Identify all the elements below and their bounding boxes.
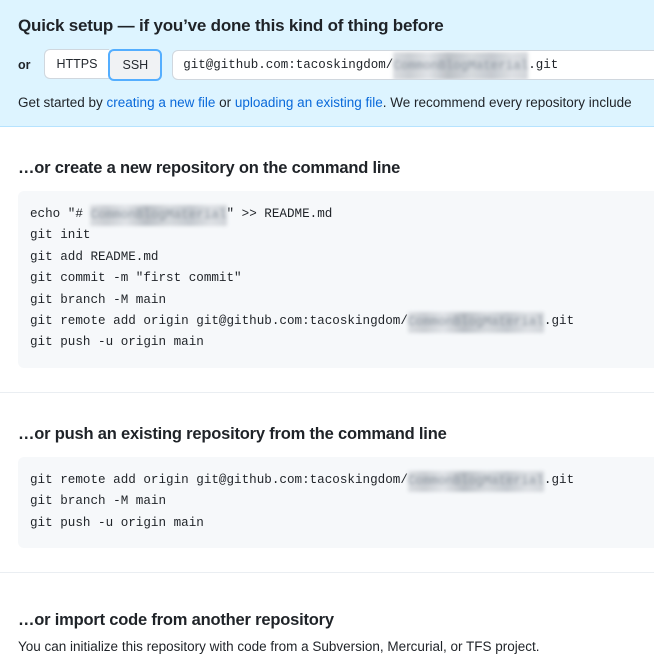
code-line: git branch -M main	[30, 290, 654, 311]
code-text: git push -u origin main	[30, 335, 204, 350]
create-new-file-link[interactable]: creating a new file	[107, 95, 216, 110]
import-code-section: …or import code from another repository …	[0, 609, 654, 656]
import-code-title: …or import code from another repository	[18, 611, 334, 630]
code-text: git push -u origin main	[30, 515, 204, 530]
get-started-hint: Get started by creating a new file or up…	[18, 93, 654, 112]
code-line: git branch -M main	[30, 491, 654, 512]
hint-middle: or	[215, 95, 235, 110]
protocol-https-button[interactable]: HTTPS	[43, 49, 110, 79]
code-line: echo "# CommonBlogMaterial" >> README.md	[30, 204, 654, 227]
quick-setup-title: Quick setup — if you’ve done this kind o…	[18, 16, 444, 35]
code-line: git remote add origin git@github.com:tac…	[30, 311, 654, 334]
clone-url-input[interactable]: git@github.com:tacoskingdom/CommonBlogMa…	[172, 50, 654, 80]
repository-quick-setup-page: Quick setup — if you’ve done this kind o…	[0, 0, 654, 656]
clone-url-row: or HTTPS SSH git@github.com:tacoskingdom…	[18, 49, 654, 81]
code-text: git remote add origin git@github.com:tac…	[30, 472, 408, 487]
code-text: git remote add origin git@github.com:tac…	[30, 314, 408, 329]
repo-name-redacted: CommonBlogMaterial	[407, 312, 544, 334]
upload-existing-file-link[interactable]: uploading an existing file	[235, 95, 383, 110]
code-line: git add README.md	[30, 247, 654, 268]
code-text: git commit -m "first commit"	[30, 271, 242, 286]
code-text: " >> README.md	[226, 207, 333, 221]
hint-prefix: Get started by	[18, 95, 107, 110]
push-existing-repo-title: …or push an existing repository from the…	[18, 424, 447, 443]
protocol-toggle-group: HTTPS SSH	[43, 49, 163, 81]
push-existing-repo-code-block[interactable]: git remote add origin git@github.com:tac…	[18, 456, 654, 549]
clone-url-prefix: git@github.com:tacoskingdom/	[183, 58, 394, 72]
code-text: git branch -M main	[30, 292, 167, 307]
create-new-repo-code-block[interactable]: echo "# CommonBlogMaterial" >> README.md…	[18, 191, 654, 368]
quick-setup-callout: Quick setup — if you’ve done this kind o…	[0, 0, 654, 127]
push-existing-repo-section: …or push an existing repository from the…	[0, 423, 654, 549]
or-label: or	[18, 58, 31, 72]
code-text: git init	[30, 228, 91, 243]
repo-name-redacted: CommonBlogMaterial	[407, 470, 544, 493]
create-new-repo-section: …or create a new repository on the comma…	[0, 157, 654, 368]
code-text: .git	[543, 314, 575, 329]
clone-url-repo-redacted: CommonBlogMaterial	[393, 52, 529, 79]
code-text: git branch -M main	[30, 494, 167, 509]
code-line: git init	[30, 225, 654, 246]
clone-url-suffix: .git	[528, 58, 559, 72]
code-text: git add README.md	[30, 249, 159, 264]
code-line: git commit -m "first commit"	[30, 268, 654, 289]
code-line: git push -u origin main	[30, 513, 654, 534]
hint-suffix: . We recommend every repository include	[382, 95, 632, 110]
code-line: git remote add origin git@github.com:tac…	[30, 470, 654, 493]
create-new-repo-title: …or create a new repository on the comma…	[18, 159, 401, 177]
code-text: .git	[543, 472, 575, 487]
repo-name-redacted: CommonBlogMaterial	[90, 205, 227, 227]
import-code-description: You can initialize this repository with …	[18, 639, 540, 655]
code-text: echo "#	[30, 207, 91, 221]
protocol-ssh-button[interactable]: SSH	[108, 49, 163, 81]
code-line: git push -u origin main	[30, 332, 654, 353]
